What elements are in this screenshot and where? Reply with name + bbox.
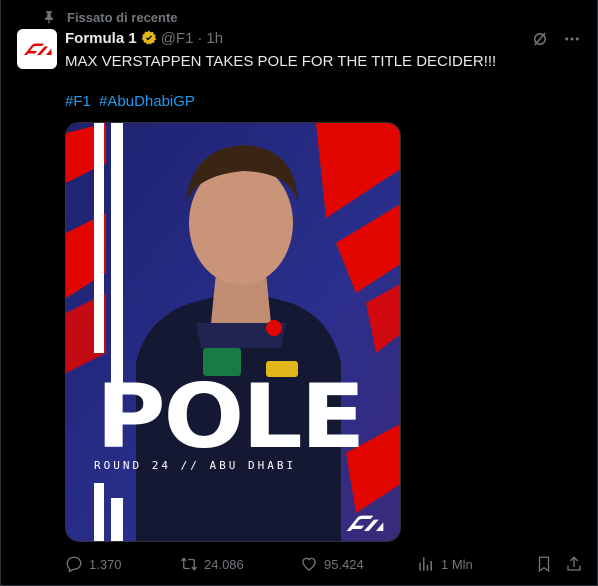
pole-poster-graphic [66,123,400,541]
more-options-icon[interactable] [561,28,583,50]
verified-badge-icon[interactable] [141,30,157,46]
reply-button[interactable]: 1.370 [65,555,122,573]
hashtag-abudhabigp[interactable]: #AbuDhabiGP [99,93,195,110]
views-count: 1 Mln [441,556,473,572]
author-name[interactable]: Formula 1 [65,30,137,47]
tweet-card[interactable]: Fissato di recente Formula 1 @F1 · 1h MA… [0,0,598,586]
share-button[interactable] [565,555,583,573]
retweet-icon [180,557,198,571]
reply-count: 1.370 [89,556,122,572]
tweet-media-image[interactable]: POLE ROUND 24 // ABU DHABI [65,122,401,542]
pin-icon [41,9,57,25]
reply-icon [66,556,82,573]
poster-headline: POLE [96,365,365,468]
tweet-actions: 1.370 24.086 95.424 1 Mln [65,553,585,575]
heart-icon [302,557,316,571]
share-icon [567,556,581,571]
tweet-text: MAX VERSTAPPEN TAKES POLE FOR THE TITLE … [65,53,497,70]
poster-subline: ROUND 24 // ABU DHABI [94,459,297,472]
top-actions [529,28,583,50]
f1-watermark-icon [342,515,386,531]
f1-logo-icon [24,43,52,55]
retweet-count: 24.086 [204,556,244,572]
bookmark-button[interactable] [535,555,553,573]
pinned-indicator: Fissato di recente [41,8,178,26]
timestamp[interactable]: 1h [206,30,223,47]
grok-icon[interactable] [529,28,551,50]
tweet-header: Formula 1 @F1 · 1h [65,29,223,47]
header-separator: · [197,29,203,47]
views-button[interactable]: 1 Mln [417,555,473,573]
bookmark-icon [538,556,550,573]
views-chart-icon [419,557,432,571]
hashtags: #F1 #AbuDhabiGP [65,92,199,112]
like-button[interactable]: 95.424 [300,555,364,573]
retweet-button[interactable]: 24.086 [180,555,244,573]
avatar[interactable] [17,29,57,69]
author-handle[interactable]: @F1 [161,30,194,47]
hashtag-f1[interactable]: #F1 [65,93,91,110]
pinned-label: Fissato di recente [67,9,178,25]
like-count: 95.424 [324,556,364,572]
